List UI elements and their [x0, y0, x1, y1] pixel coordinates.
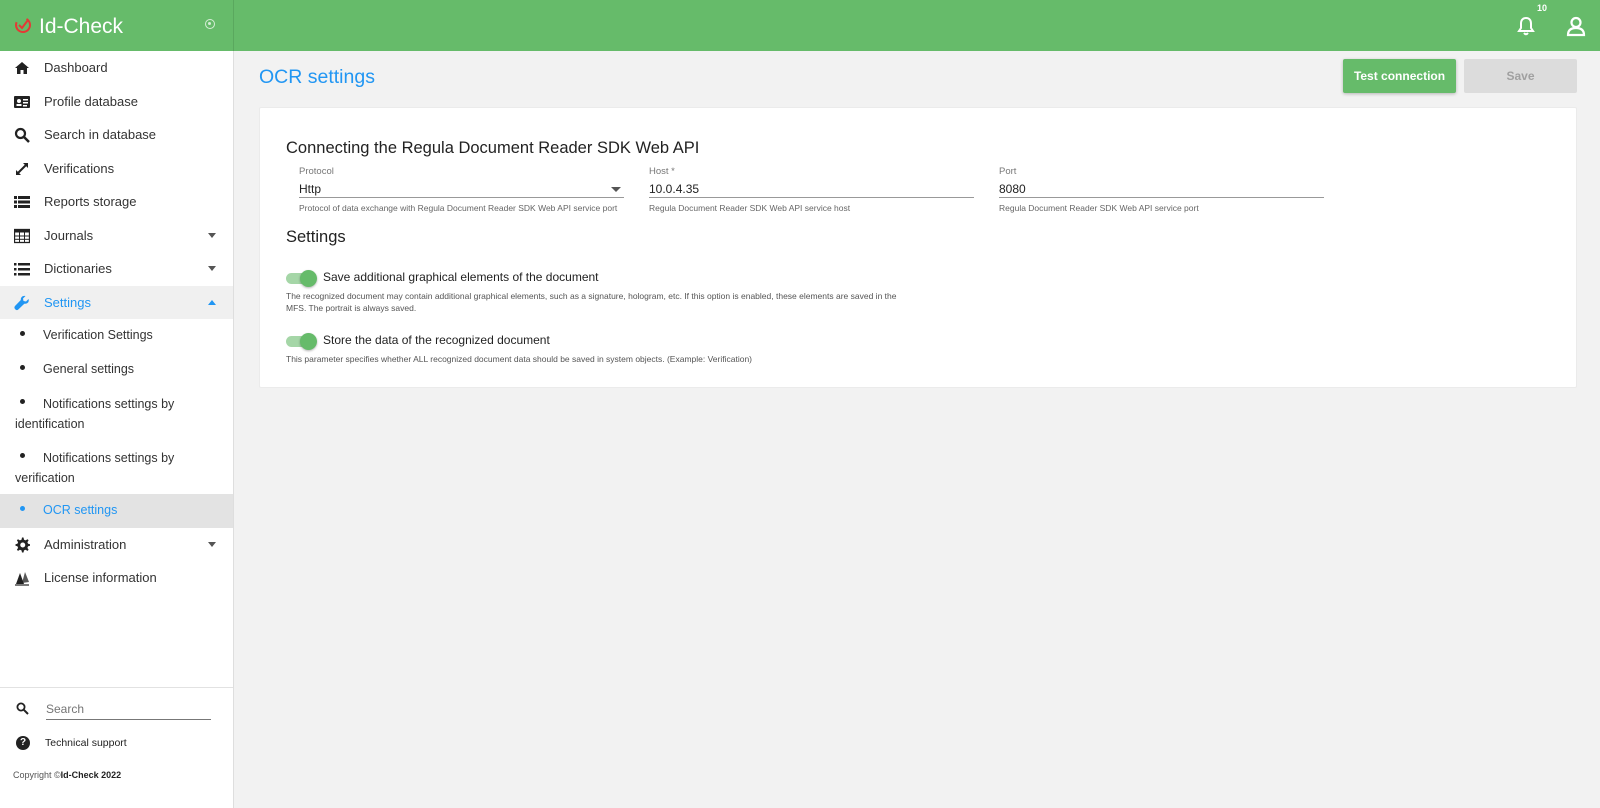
chevron-down-icon: [208, 541, 216, 547]
bullet-icon: [20, 506, 25, 511]
sidebar-item-settings[interactable]: Settings: [0, 285, 233, 319]
connection-heading: Connecting the Regula Document Reader SD…: [286, 139, 700, 157]
sidebar-item-dictionaries[interactable]: Dictionaries: [0, 252, 233, 286]
port-field: Port 8080 Regula Document Reader SDK Web…: [999, 166, 1324, 213]
sidebar-item-journals[interactable]: Journals: [0, 219, 233, 253]
port-label: Port: [999, 166, 1017, 177]
wrench-icon: [14, 295, 29, 310]
logo-area: Id-Check: [0, 0, 234, 51]
save-graphics-toggle[interactable]: [286, 270, 317, 287]
sidebar-subitem-notifications-verification[interactable]: Notifications settings by verification: [0, 440, 233, 494]
protocol-label: Protocol: [299, 166, 334, 177]
sidebar-item-dashboard[interactable]: Dashboard: [0, 51, 233, 85]
id-card-icon: [14, 95, 30, 108]
pin-sidebar-icon[interactable]: [205, 19, 215, 29]
expand-arrows-icon: [16, 162, 28, 175]
sidebar-item-license-information[interactable]: License information: [0, 561, 233, 595]
sidebar-subitem-label: Notifications settings by verification: [15, 451, 175, 485]
sidebar-item-label: Profile database: [44, 93, 138, 109]
save-graphics-help: The recognized document may contain addi…: [286, 291, 897, 313]
store-data-help: This parameter specifies whether ALL rec…: [286, 354, 753, 364]
sidebar-subitem-label: OCR settings: [43, 503, 118, 517]
technical-support-link[interactable]: ? Technical support: [0, 730, 233, 760]
gear-icon: [15, 537, 30, 552]
app-title: Id-Check: [39, 15, 124, 38]
sidebar-item-profile-database[interactable]: Profile database: [0, 85, 233, 119]
toggle-knob: [300, 270, 317, 287]
sidebar-subitem-notifications-identification[interactable]: Notifications settings by identification: [0, 386, 233, 440]
settings-card: Connecting the Regula Document Reader SD…: [259, 107, 1577, 388]
host-label: Host *: [649, 166, 675, 177]
protocol-value: Http: [299, 182, 322, 196]
sidebar-subitem-verification-settings[interactable]: Verification Settings: [0, 319, 233, 353]
settings-heading: Settings: [286, 228, 346, 246]
top-bar: [0, 0, 1600, 51]
sidebar-item-label: Dashboard: [44, 60, 108, 76]
toggle-knob: [300, 333, 317, 350]
bullet-list-icon: [14, 263, 30, 276]
list-icon: [14, 196, 30, 208]
sidebar-item-label: Search in database: [44, 127, 157, 143]
host-value: 10.0.4.35: [649, 182, 700, 196]
sidebar-subitem-label: Notifications settings by identification: [15, 397, 175, 431]
chevron-down-icon: [208, 266, 216, 271]
technical-support-label: Technical support: [45, 737, 127, 749]
sidebar-item-label: Settings: [44, 294, 91, 310]
sidebar-subitem-general-settings[interactable]: General settings: [0, 353, 233, 387]
sidebar-item-label: Administration: [44, 536, 127, 552]
host-input[interactable]: 10.0.4.35: [649, 178, 974, 198]
logo-icon: [15, 17, 31, 33]
sidebar-item-label: Journals: [44, 227, 94, 243]
sidebar-footer: ? Technical support Copyright ©Id-Check …: [0, 687, 233, 780]
copyright-brand: Id-Check 2022: [60, 770, 122, 780]
search-icon: [16, 702, 29, 715]
port-input[interactable]: 8080: [999, 178, 1324, 198]
sidebar-search: [0, 688, 233, 730]
search-icon: [14, 127, 30, 143]
sidebar-item-search-in-database[interactable]: Search in database: [0, 118, 233, 152]
copyright-prefix: Copyright ©: [13, 770, 61, 780]
chevron-up-icon: [208, 299, 216, 305]
sidebar-item-label: Verifications: [44, 160, 115, 176]
save-button[interactable]: Save: [1464, 59, 1577, 93]
port-help: Regula Document Reader SDK Web API servi…: [999, 203, 1199, 213]
sidebar-item-label: License information: [44, 570, 157, 586]
host-help: Regula Document Reader SDK Web API servi…: [649, 203, 851, 213]
user-profile-icon[interactable]: [1565, 15, 1587, 37]
sidebar-item-label: Dictionaries: [44, 261, 112, 277]
sidebar-subitem-label: Verification Settings: [43, 328, 153, 342]
page-title: OCR settings: [259, 66, 375, 88]
port-value: 8080: [999, 182, 1026, 196]
protocol-help: Protocol of data exchange with Regula Do…: [299, 203, 618, 213]
store-data-label: Store the data of the recognized documen…: [323, 333, 550, 347]
sidebar-subitem-ocr-settings[interactable]: OCR settings: [0, 494, 233, 528]
bell-icon[interactable]: [1515, 15, 1537, 37]
save-graphics-label: Save additional graphical elements of th…: [323, 270, 599, 284]
store-data-toggle[interactable]: [286, 333, 317, 350]
notification-badge: 10: [1537, 3, 1548, 13]
sidebar-subitem-label: General settings: [43, 361, 135, 376]
chevron-down-icon: [208, 232, 216, 238]
sidebar-search-input[interactable]: [46, 698, 211, 720]
home-icon: [15, 62, 29, 74]
sidebar-item-reports-storage[interactable]: Reports storage: [0, 185, 233, 219]
sidebar-item-label: Reports storage: [44, 194, 137, 210]
protocol-field: Protocol Http Protocol of data exchange …: [299, 166, 624, 213]
bullet-icon: [20, 364, 25, 370]
bullet-icon: [20, 331, 25, 336]
host-field: Host * 10.0.4.35 Regula Document Reader …: [649, 166, 974, 213]
license-icon: [15, 572, 29, 586]
test-connection-button[interactable]: Test connection: [1343, 59, 1456, 93]
copyright: Copyright ©Id-Check 2022: [13, 770, 121, 780]
protocol-select[interactable]: Http: [299, 178, 624, 198]
sidebar-item-administration[interactable]: Administration: [0, 528, 233, 562]
table-icon: [14, 228, 30, 243]
question-icon: ?: [16, 736, 30, 750]
sidebar: Dashboard Profile database Search in dat…: [0, 51, 234, 808]
dropdown-arrow-icon: [611, 187, 621, 192]
sidebar-item-verifications[interactable]: Verifications: [0, 152, 233, 186]
